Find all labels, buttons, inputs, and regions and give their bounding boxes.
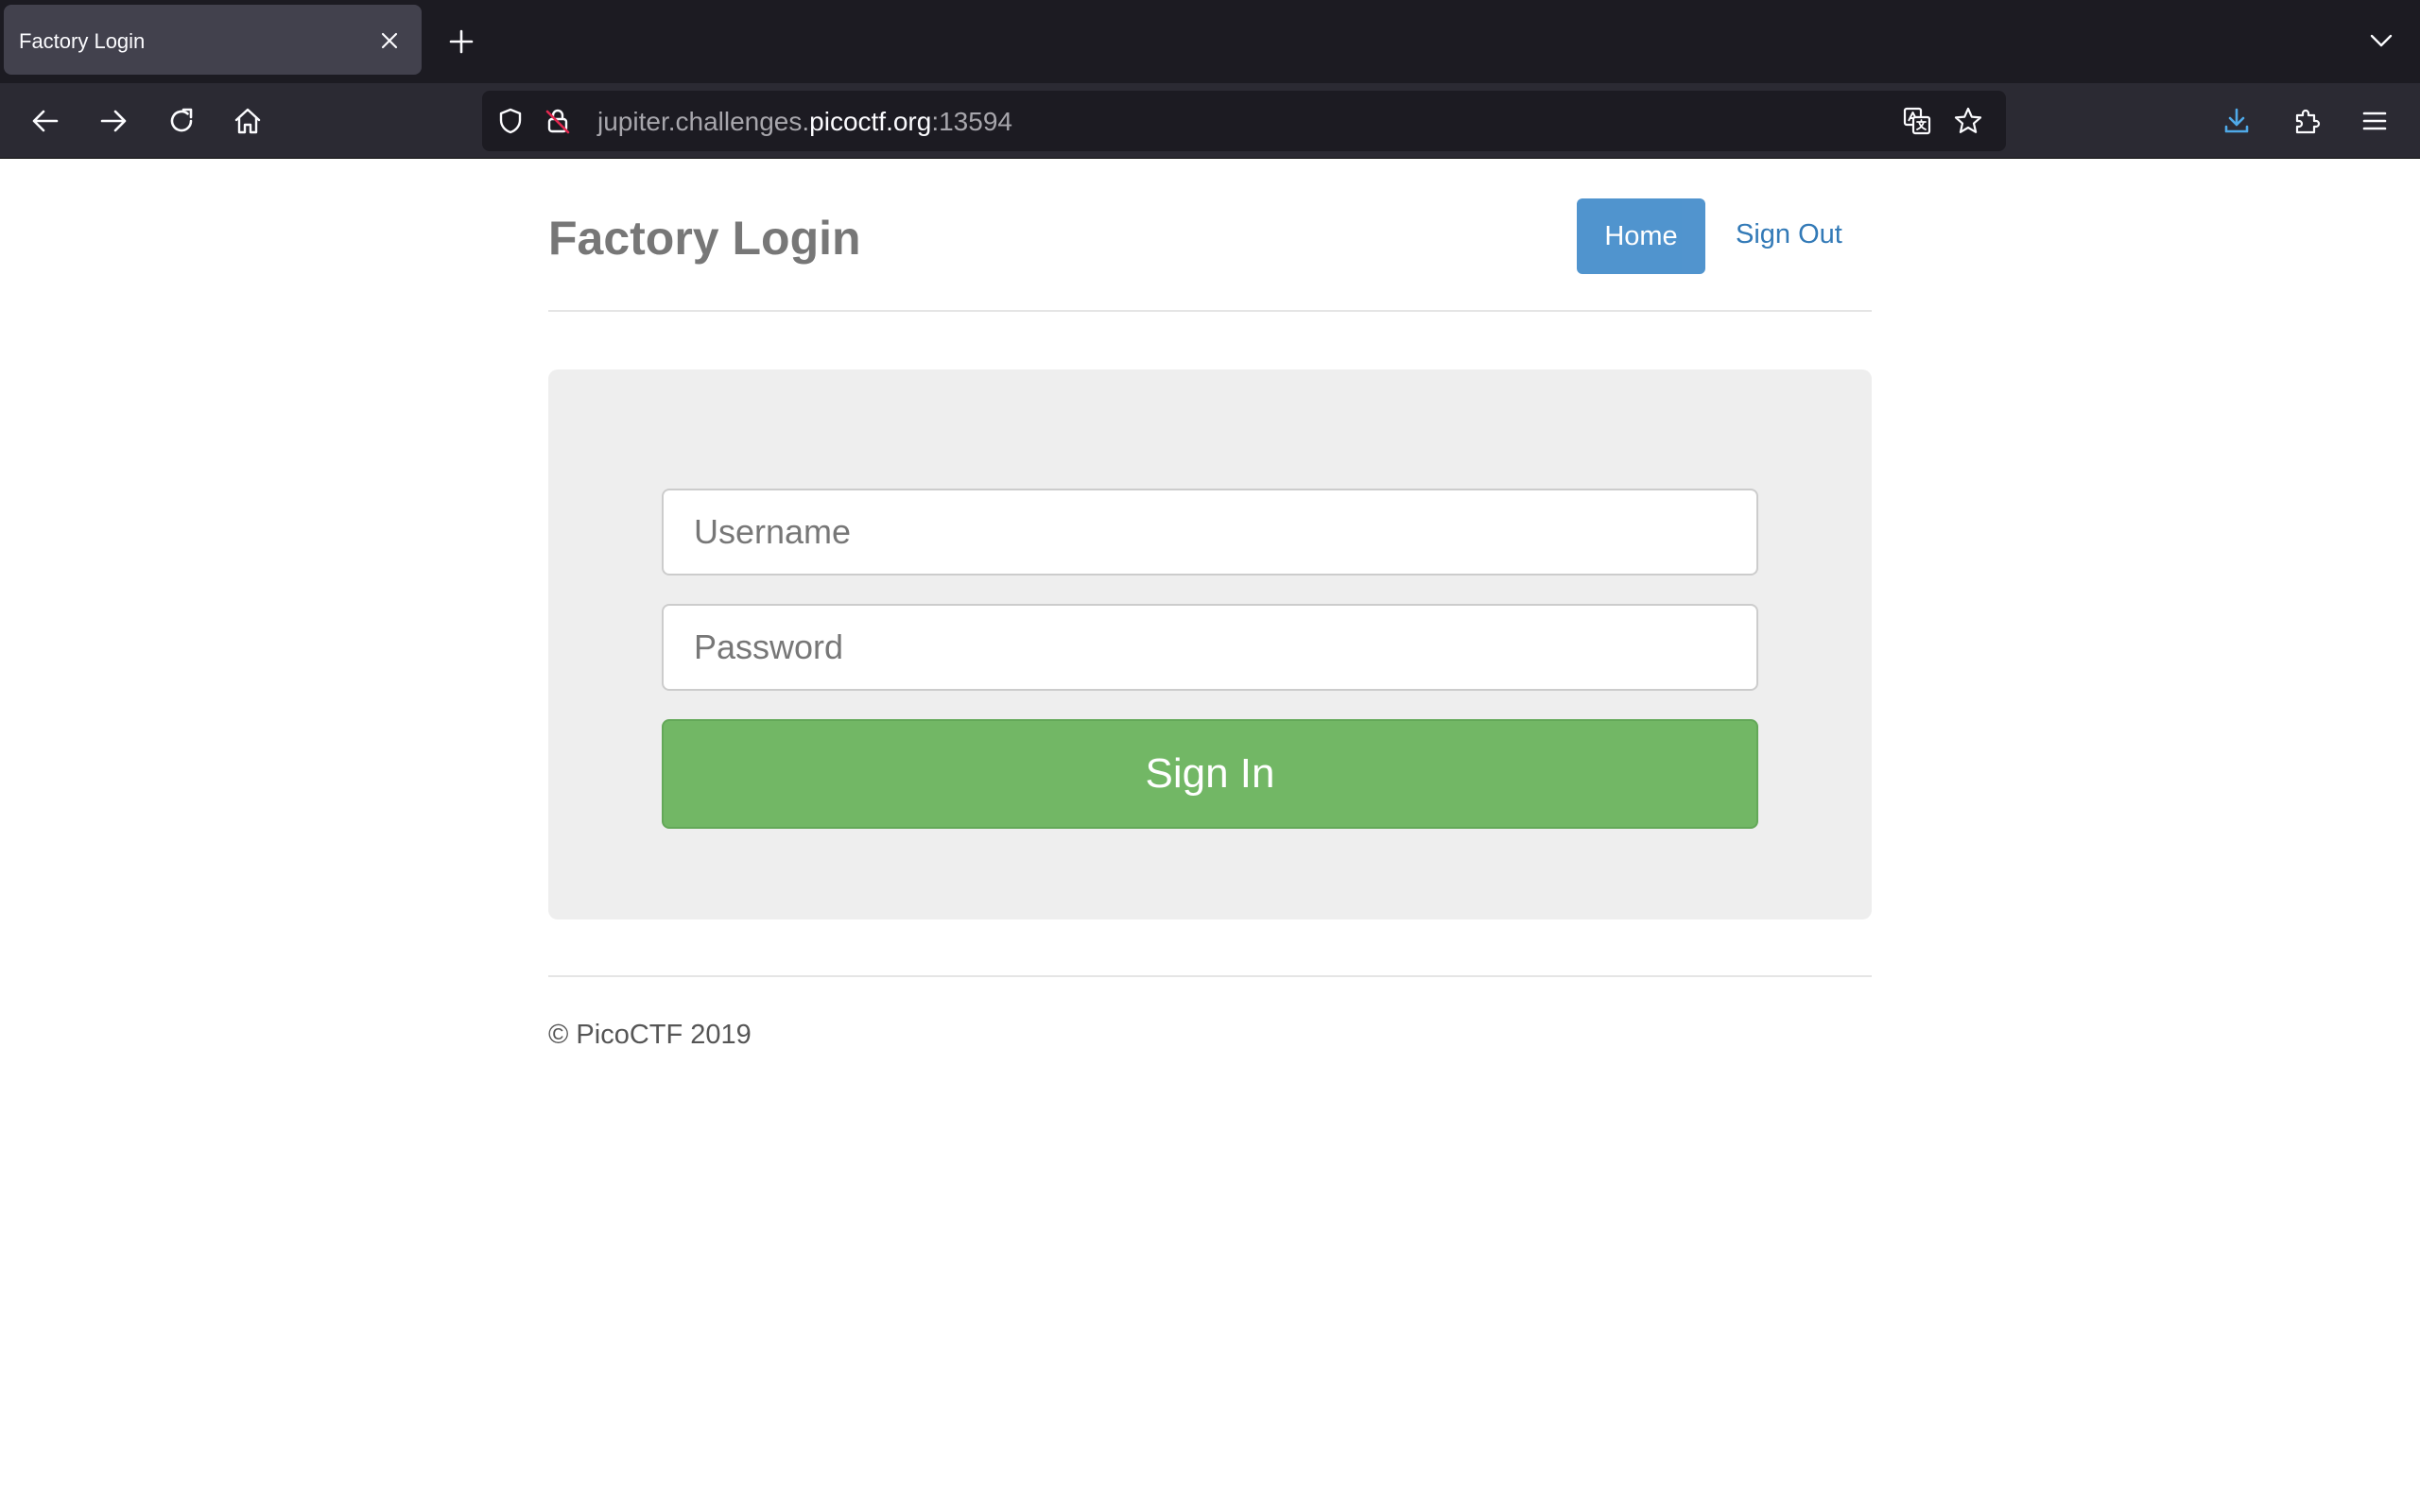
plus-icon[interactable]	[446, 26, 476, 57]
password-input[interactable]	[662, 604, 1758, 691]
nav-sign-out-link[interactable]: Sign Out	[1736, 217, 1842, 251]
url-prefix: jupiter.challenges.	[597, 107, 810, 136]
username-input[interactable]	[662, 489, 1758, 576]
hamburger-icon[interactable]	[2356, 102, 2394, 140]
page-header: Factory Login Home Sign Out	[548, 159, 1872, 312]
home-icon[interactable]	[229, 102, 267, 140]
arrow-right-icon[interactable]	[95, 102, 132, 140]
page-viewport: Factory Login Home Sign Out Sign In © Pi…	[0, 159, 2420, 1512]
page-footer: © PicoCTF 2019	[548, 975, 1872, 1051]
url-domain: picoctf.org	[809, 107, 932, 136]
footer-copyright: © PicoCTF 2019	[548, 1020, 752, 1050]
browser-tab-bar: Factory Login	[0, 0, 2420, 83]
chevron-down-icon[interactable]	[2369, 28, 2394, 53]
url-bar[interactable]: jupiter.challenges.picoctf.org:13594	[482, 91, 2006, 151]
shield-icon[interactable]	[495, 106, 526, 136]
download-icon[interactable]	[2218, 102, 2256, 140]
arrow-left-icon[interactable]	[26, 102, 64, 140]
puzzle-icon[interactable]	[2288, 102, 2325, 140]
translate-icon[interactable]	[1902, 106, 1932, 136]
browser-tab[interactable]: Factory Login	[4, 5, 422, 75]
page-title: Factory Login	[548, 212, 861, 265]
reload-icon[interactable]	[163, 102, 200, 140]
browser-toolbar: jupiter.challenges.picoctf.org:13594	[0, 83, 2420, 159]
url-text[interactable]: jupiter.challenges.picoctf.org:13594	[597, 108, 1012, 136]
nav-home-button[interactable]: Home	[1577, 198, 1705, 274]
url-port: :13594	[931, 107, 1012, 136]
sign-in-button[interactable]: Sign In	[662, 719, 1758, 829]
close-icon[interactable]	[376, 27, 403, 54]
login-panel: Sign In	[548, 369, 1872, 919]
insecure-lock-icon[interactable]	[543, 106, 573, 136]
star-icon[interactable]	[1953, 106, 1983, 136]
tab-title: Factory Login	[19, 29, 146, 53]
